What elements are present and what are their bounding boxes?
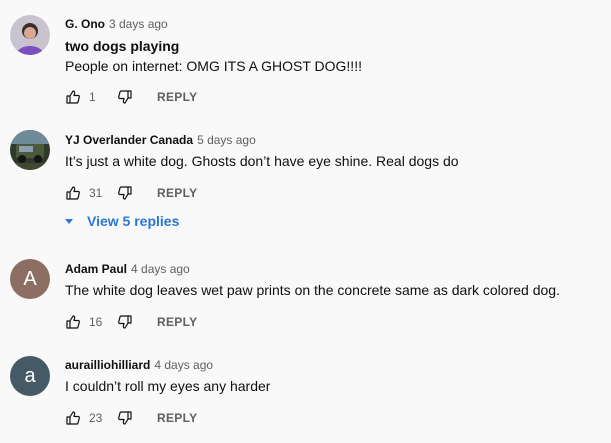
avatar[interactable]: A (10, 259, 50, 299)
timestamp[interactable]: 5 days ago (197, 133, 256, 147)
thumb-up-icon[interactable] (65, 185, 81, 201)
comment-header: Adam Paul 4 days ago (65, 261, 190, 277)
timestamp[interactable]: 4 days ago (154, 358, 213, 372)
avatar-photo (10, 15, 50, 55)
avatar-photo (10, 130, 50, 170)
comment-text: The white dog leaves wet paw prints on t… (65, 282, 560, 298)
thumb-down-icon[interactable] (117, 410, 133, 426)
comment-actions: 16 REPLY (65, 312, 197, 332)
comment-header: aurailliohilliard 4 days ago (65, 357, 213, 373)
reply-button[interactable]: REPLY (157, 315, 197, 329)
comment-title: two dogs playing (65, 38, 180, 54)
like-count: 16 (89, 315, 103, 329)
avatar[interactable] (10, 15, 50, 55)
author-name[interactable]: aurailliohilliard (65, 358, 150, 372)
caret-down-icon (63, 215, 75, 227)
author-name[interactable]: G. Ono (65, 17, 105, 31)
comment-text: It’s just a white dog. Ghosts don’t have… (65, 153, 459, 169)
reply-button[interactable]: REPLY (157, 186, 197, 200)
avatar[interactable] (10, 130, 50, 170)
author-name[interactable]: YJ Overlander Canada (65, 133, 193, 147)
like-count: 1 (89, 90, 96, 104)
thumb-up-icon[interactable] (65, 410, 81, 426)
thumb-up-icon[interactable] (65, 314, 81, 330)
comment-header: G. Ono 3 days ago (65, 16, 168, 32)
avatar[interactable]: a (10, 356, 50, 396)
comment-header: YJ Overlander Canada 5 days ago (65, 132, 256, 148)
thumb-up-icon[interactable] (65, 89, 81, 105)
thumb-down-icon[interactable] (117, 185, 133, 201)
timestamp[interactable]: 3 days ago (109, 17, 168, 31)
timestamp[interactable]: 4 days ago (131, 262, 190, 276)
view-replies-label: View 5 replies (87, 213, 180, 229)
like-count: 23 (89, 411, 103, 425)
comment-actions: 31 REPLY (65, 183, 197, 203)
reply-button[interactable]: REPLY (157, 90, 197, 104)
comment-text: People on internet: OMG ITS A GHOST DOG!… (65, 58, 362, 74)
comment-actions: 1 REPLY (65, 87, 197, 107)
like-count: 31 (89, 186, 103, 200)
thumb-down-icon[interactable] (117, 89, 133, 105)
view-replies-button[interactable]: View 5 replies (63, 213, 179, 229)
comment-actions: 23 REPLY (65, 408, 197, 428)
author-name[interactable]: Adam Paul (65, 262, 127, 276)
reply-button[interactable]: REPLY (157, 411, 197, 425)
comment-text: I couldn’t roll my eyes any harder (65, 378, 271, 394)
thumb-down-icon[interactable] (117, 314, 133, 330)
